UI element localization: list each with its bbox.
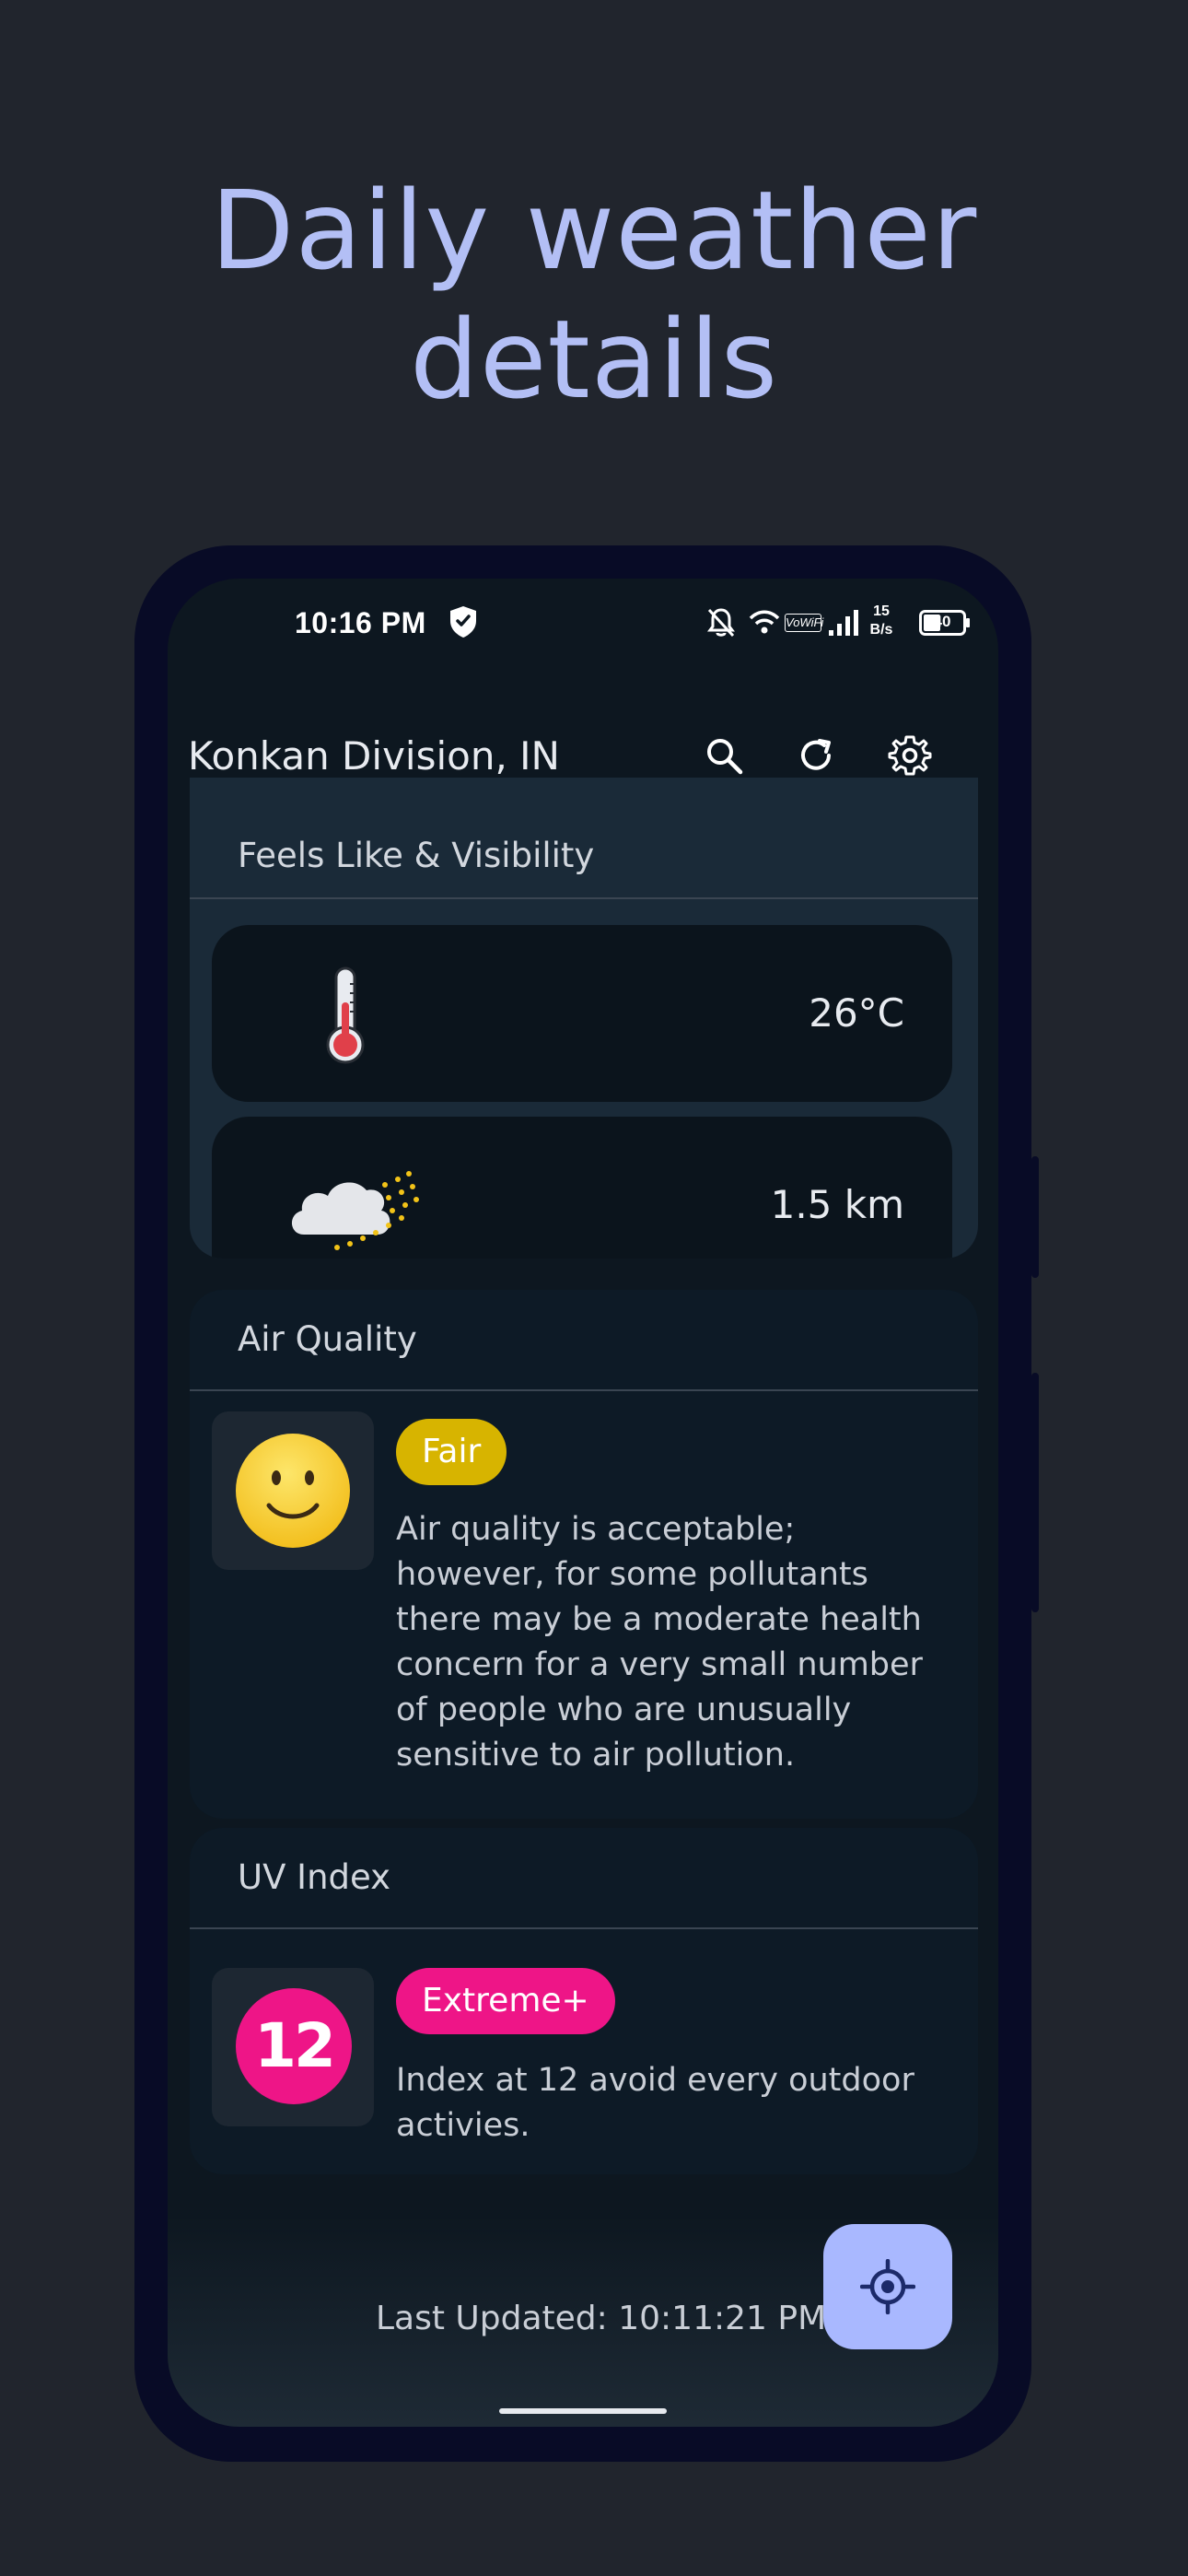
card-title: Air Quality [238,1319,417,1359]
settings-icon[interactable] [888,733,932,778]
feels-like-card: Feels Like & Visibility 26°C 1.5 km [190,778,978,1259]
wifi-icon [749,610,780,634]
uv-icon-box: 12 [212,1968,374,2126]
divider [190,1389,978,1391]
phone-screen: 10:16 PM VoWiFi 15 B/s 40 Konkan Divisio… [168,579,998,2427]
uv-index-value: 12 [236,1988,352,2104]
locate-me-button[interactable] [823,2224,952,2349]
status-time: 10:16 PM [295,606,426,639]
promo-title-line-1: Daily weather [210,167,978,294]
uv-index-card: UV Index 12 Extreme+ Index at 12 avoid e… [190,1828,978,2174]
location-title: Konkan Division, IN [188,733,560,779]
air-quality-card: Air Quality Fair Air quality is acceptab… [190,1290,978,1819]
power-button [1031,1373,1039,1612]
feels-like-value: 26°C [809,990,904,1036]
shield-icon [450,606,476,638]
scroll-content[interactable]: Feels Like & Visibility 26°C 1.5 km Air … [168,778,998,2427]
home-indicator[interactable] [499,2408,667,2414]
gps-target-icon [860,2259,915,2314]
network-speed-unit: B/s [869,622,893,638]
aq-description: Air quality is acceptable; however, for … [396,1511,923,1774]
visibility-value: 1.5 km [770,1182,904,1227]
thermometer-icon [326,966,365,1064]
aq-status-badge: Fair [396,1419,507,1485]
bell-off-icon [707,608,735,638]
smiley-face-icon [236,1434,350,1548]
card-title: UV Index [238,1857,391,1897]
search-icon[interactable] [702,733,746,778]
battery-level: 40 [933,613,951,630]
visibility-tile: 1.5 km [212,1117,952,1259]
volume-button [1031,1156,1039,1278]
cloud-drizzle-icon [291,1171,419,1250]
network-speed: 15 B/s [866,603,897,639]
card-title: Feels Like & Visibility [190,778,978,897]
status-bar: 10:16 PM VoWiFi 15 B/s 40 [168,597,998,652]
uv-description: Index at 12 avoid every outdoor activies… [396,2062,914,2144]
promo-title-line-2: details [409,296,779,423]
feels-like-tile: 26°C [212,925,952,1102]
vowifi-badge: VoWiFi [785,614,823,632]
uv-status-badge: Extreme+ [396,1968,615,2034]
promo-title: Daily weather details [0,166,1188,424]
divider [190,1927,978,1929]
air-quality-icon-box [212,1411,374,1570]
divider [190,897,978,899]
signal-icon [829,610,858,636]
network-speed-value: 15 [873,603,890,619]
refresh-icon[interactable] [794,733,838,778]
